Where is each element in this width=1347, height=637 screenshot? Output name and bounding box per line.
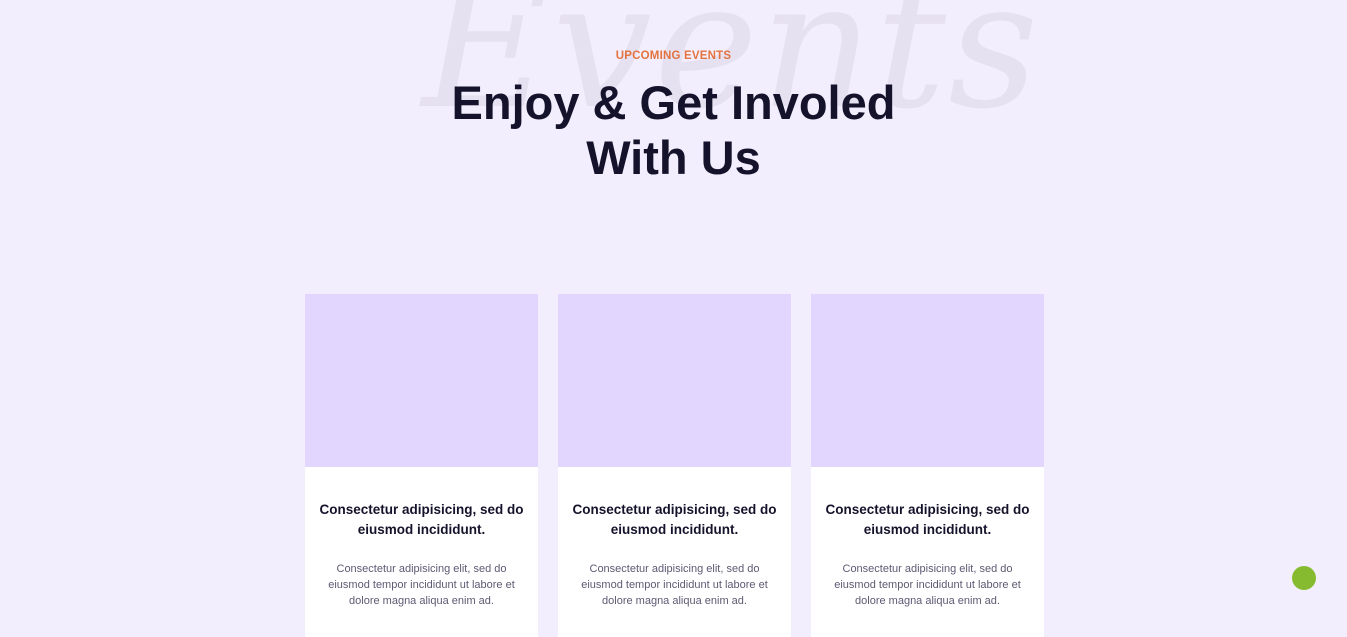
- event-card-text: Consectetur adipisicing elit, sed do eiu…: [581, 563, 768, 607]
- event-card-title[interactable]: Consectetur adipisicing, sed do eiusmod …: [572, 500, 777, 540]
- event-card-image[interactable]: [305, 294, 538, 467]
- floating-action-button[interactable]: [1292, 566, 1316, 590]
- event-card-text: Consectetur adipisicing elit, sed do eiu…: [834, 563, 1021, 607]
- event-card[interactable]: Consectetur adipisicing, sed do eiusmod …: [558, 294, 791, 637]
- section-title-line-1: Enjoy & Get Involed: [451, 76, 896, 129]
- event-card[interactable]: Consectetur adipisicing, sed do eiusmod …: [811, 294, 1044, 637]
- event-card-image[interactable]: [811, 294, 1044, 467]
- event-card[interactable]: Consectetur adipisicing, sed do eiusmod …: [305, 294, 538, 637]
- event-card-title[interactable]: Consectetur adipisicing, sed do eiusmod …: [319, 500, 524, 540]
- section-eyebrow: UPCOMING EVENTS: [615, 50, 732, 62]
- event-cards: Consectetur adipisicing, sed do eiusmod …: [305, 294, 1044, 637]
- section-title-line-2: With Us: [586, 131, 761, 184]
- event-card-title[interactable]: Consectetur adipisicing, sed do eiusmod …: [825, 500, 1030, 540]
- event-card-image[interactable]: [558, 294, 791, 467]
- event-card-text: Consectetur adipisicing elit, sed do eiu…: [328, 563, 515, 607]
- section-title: Enjoy & Get Involed With Us: [0, 75, 1347, 185]
